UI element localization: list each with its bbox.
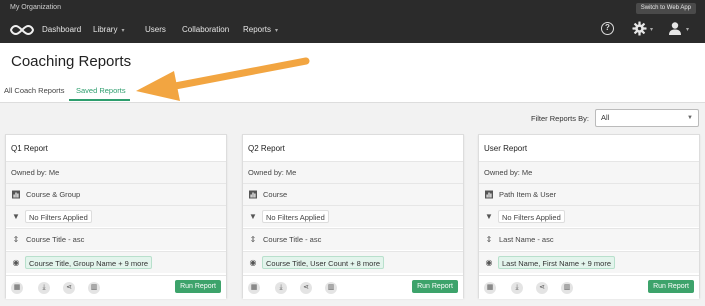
tab-all-coach-reports[interactable]: All Coach Reports xyxy=(4,86,64,95)
chevron-down-icon: ▾ xyxy=(686,27,690,33)
gear-icon[interactable] xyxy=(632,21,647,36)
share-icon[interactable]: ⋖ xyxy=(63,282,75,294)
filter-reports-select[interactable]: All ▼ xyxy=(595,109,699,127)
nav-users[interactable]: Users xyxy=(145,25,166,34)
sort-icon: ⇕ xyxy=(485,235,493,244)
sort-row: ⇕ Last Name - asc xyxy=(479,228,699,250)
logo-icon[interactable] xyxy=(10,24,34,36)
filters-row: ▼ No Filters Applied xyxy=(479,205,699,227)
sort-icon: ⇕ xyxy=(12,235,20,244)
run-report-button[interactable]: Run Report xyxy=(412,280,458,293)
sort-value: Course Title - asc xyxy=(26,235,85,244)
owner-row: Owned by: Me xyxy=(6,161,226,183)
bar-chart-icon xyxy=(12,190,20,199)
nav-reports[interactable]: Reports ▾ xyxy=(243,25,278,34)
trash-icon[interactable]: ▥ xyxy=(561,282,573,294)
columns-row: ◉ Last Name, First Name + 9 more xyxy=(479,251,699,273)
switch-to-web-app-button[interactable]: Switch to Web App xyxy=(635,3,696,14)
schedule-calendar-icon[interactable]: ▦ xyxy=(248,282,260,294)
bar-chart-icon xyxy=(249,190,257,199)
schedule-calendar-icon[interactable]: ▦ xyxy=(484,282,496,294)
sort-row: ⇕ Course Title - asc xyxy=(243,228,463,250)
annotation-arrow xyxy=(136,57,310,101)
card-footer: ▦ ⤓ ⋖ ▥ Run Report xyxy=(243,275,463,299)
eye-icon: ◉ xyxy=(485,258,493,267)
active-tab-indicator xyxy=(69,99,130,101)
filters-pill: No Filters Applied xyxy=(262,210,329,223)
chevron-down-icon: ▾ xyxy=(275,28,279,34)
filter-reports-label: Filter Reports By: xyxy=(531,114,589,123)
trash-icon[interactable]: ▥ xyxy=(88,282,100,294)
report-card: Q1 Report Owned by: Me Course & Group ▼ … xyxy=(5,134,227,299)
run-report-button[interactable]: Run Report xyxy=(175,280,221,293)
owner-text: Owned by: Me xyxy=(484,168,533,177)
card-footer: ▦ ⤓ ⋖ ▥ Run Report xyxy=(479,275,699,299)
eye-icon: ◉ xyxy=(249,258,257,267)
caret-down-icon: ▼ xyxy=(687,115,693,121)
columns-pill: Last Name, First Name + 9 more xyxy=(498,256,615,269)
download-icon[interactable]: ⤓ xyxy=(275,282,287,294)
sort-value: Last Name - asc xyxy=(499,235,554,244)
share-icon[interactable]: ⋖ xyxy=(300,282,312,294)
report-type-row: Course xyxy=(243,183,463,205)
filter-icon: ▼ xyxy=(12,212,20,221)
help-icon[interactable]: ? xyxy=(601,22,614,35)
user-avatar-icon[interactable] xyxy=(668,21,682,35)
owner-row: Owned by: Me xyxy=(243,161,463,183)
card-footer: ▦ ⤓ ⋖ ▥ Run Report xyxy=(6,275,226,299)
report-type: Course xyxy=(263,190,288,199)
filter-icon: ▼ xyxy=(249,212,257,221)
filters-row: ▼ No Filters Applied xyxy=(6,205,226,227)
sort-row: ⇕ Course Title - asc xyxy=(6,228,226,250)
columns-row: ◉ Course Title, User Count + 8 more xyxy=(243,251,463,273)
download-icon[interactable]: ⤓ xyxy=(38,282,50,294)
nav-dashboard[interactable]: Dashboard xyxy=(42,25,81,34)
chevron-down-icon: ▾ xyxy=(650,27,654,33)
run-report-button[interactable]: Run Report xyxy=(648,280,694,293)
sort-value: Course Title - asc xyxy=(263,235,322,244)
organization-name: My Organization xyxy=(10,4,61,11)
owner-row: Owned by: Me xyxy=(479,161,699,183)
owner-text: Owned by: Me xyxy=(11,168,60,177)
report-type: Path Item & User xyxy=(499,190,557,199)
eye-icon: ◉ xyxy=(12,258,20,267)
tab-saved-reports[interactable]: Saved Reports xyxy=(76,86,126,95)
columns-row: ◉ Course Title, Group Name + 9 more xyxy=(6,251,226,273)
filters-pill: No Filters Applied xyxy=(25,210,92,223)
owner-text: Owned by: Me xyxy=(248,168,297,177)
download-icon[interactable]: ⤓ xyxy=(511,282,523,294)
columns-pill: Course Title, User Count + 8 more xyxy=(262,256,385,269)
sort-icon: ⇕ xyxy=(249,235,257,244)
report-title[interactable]: Q2 Report xyxy=(248,144,285,153)
report-type-row: Path Item & User xyxy=(479,183,699,205)
filter-icon: ▼ xyxy=(485,212,493,221)
trash-icon[interactable]: ▥ xyxy=(325,282,337,294)
nav-collaboration[interactable]: Collaboration xyxy=(182,25,229,34)
top-navigation-bar: My Organization Switch to Web App Dashbo… xyxy=(0,0,705,43)
report-type-row: Course & Group xyxy=(6,183,226,205)
page-header: Coaching Reports All Coach Reports Saved… xyxy=(0,43,705,103)
nav-library[interactable]: Library ▾ xyxy=(93,25,124,34)
bar-chart-icon xyxy=(485,190,493,199)
filters-row: ▼ No Filters Applied xyxy=(243,205,463,227)
share-icon[interactable]: ⋖ xyxy=(536,282,548,294)
schedule-calendar-icon[interactable]: ▦ xyxy=(11,282,23,294)
report-card: User Report Owned by: Me Path Item & Use… xyxy=(478,134,700,299)
chevron-down-icon: ▾ xyxy=(121,28,125,34)
filters-pill: No Filters Applied xyxy=(498,210,565,223)
report-title[interactable]: User Report xyxy=(484,144,527,153)
report-card: Q2 Report Owned by: Me Course ▼ No Filte… xyxy=(242,134,464,299)
filter-reports-value: All xyxy=(601,113,610,122)
report-title[interactable]: Q1 Report xyxy=(11,144,48,153)
columns-pill: Course Title, Group Name + 9 more xyxy=(25,256,153,269)
report-type: Course & Group xyxy=(26,190,81,199)
page-title: Coaching Reports xyxy=(11,53,132,70)
